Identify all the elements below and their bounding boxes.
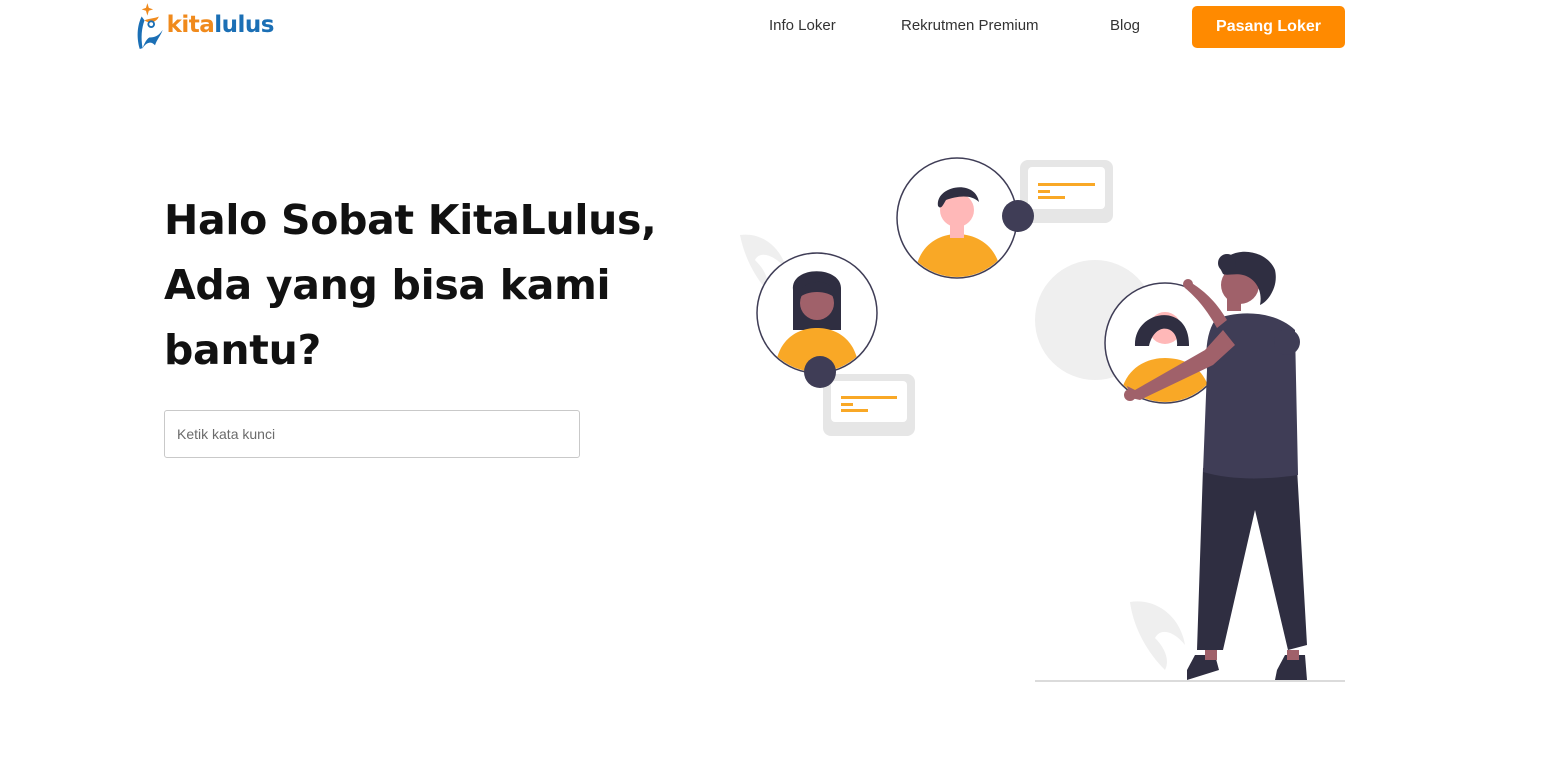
logo-wordmark: kitalulus bbox=[166, 12, 275, 38]
chat-card-left bbox=[823, 374, 915, 436]
hero-title: Halo Sobat KitaLulus, Ada yang bisa kami… bbox=[164, 188, 684, 383]
site-header: kitalulus Info Loker Rekrutmen Premium B… bbox=[0, 0, 1564, 56]
chat-card-top bbox=[1020, 160, 1113, 223]
search-input[interactable] bbox=[164, 410, 580, 458]
leaf-decoration-bottom bbox=[1130, 601, 1185, 670]
nav-link-blog[interactable]: Blog bbox=[1110, 17, 1140, 34]
avatar-woman bbox=[756, 252, 878, 388]
pasang-loker-button[interactable]: Pasang Loker bbox=[1192, 6, 1345, 48]
nav-link-info-loker[interactable]: Info Loker bbox=[769, 17, 836, 34]
logo-text-lulus: lulus bbox=[214, 12, 274, 38]
hero-title-line-3: bantu? bbox=[164, 326, 321, 374]
rocket-logo-icon bbox=[137, 3, 163, 50]
hero-title-line-2: Ada yang bisa kami bbox=[164, 261, 611, 309]
hero-title-line-1: Halo Sobat KitaLulus, bbox=[164, 196, 657, 244]
logo-text-kita: kita bbox=[166, 12, 215, 38]
hero-illustration bbox=[740, 157, 1345, 682]
nav-link-rekrutmen-premium[interactable]: Rekrutmen Premium bbox=[901, 17, 1039, 34]
avatar-man bbox=[896, 157, 1034, 279]
kitalulus-logo[interactable]: kitalulus bbox=[134, 0, 274, 56]
